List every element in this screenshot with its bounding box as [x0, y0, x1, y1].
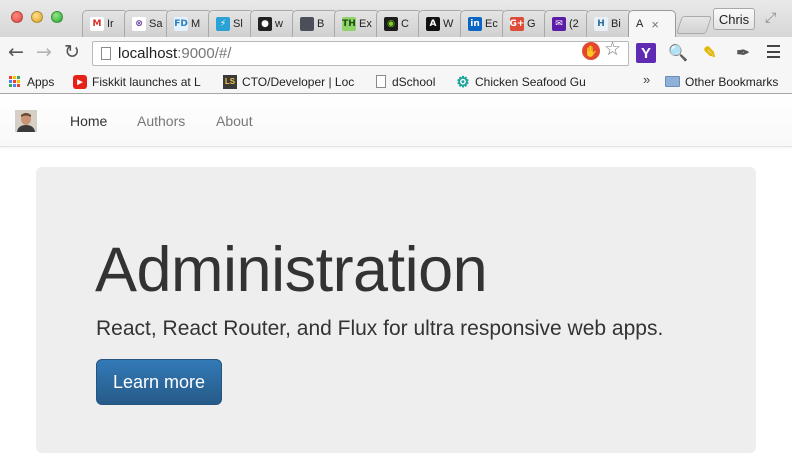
browser-tab[interactable]: M Ir: [82, 10, 128, 37]
blocker-extension-icon[interactable]: ✋: [582, 42, 600, 60]
ls-icon: LS: [223, 74, 237, 89]
other-bookmarks-label: Other Bookmarks: [685, 74, 779, 89]
bookmark-fiskkit[interactable]: ▶ Fiskkit launches at L: [73, 73, 211, 90]
search-extension-icon[interactable]: 🔍: [668, 43, 688, 63]
linkedin-icon: in: [468, 17, 482, 31]
tab-label: G: [527, 18, 536, 30]
back-button[interactable]: ←: [8, 41, 24, 63]
folder-icon: [665, 76, 680, 87]
sl-icon: ⚡: [216, 17, 230, 31]
lead-text: React, React Router, and Flux for ultra …: [96, 317, 664, 340]
close-window-button[interactable]: [11, 11, 23, 23]
bookmark-apps[interactable]: Apps: [9, 73, 54, 90]
tab-label: (2: [569, 18, 579, 30]
browser-tab[interactable]: TH Ex: [334, 10, 380, 37]
new-tab-button[interactable]: [676, 16, 712, 34]
bookmark-label: Chicken Seafood Gu: [475, 74, 586, 89]
forward-button[interactable]: →: [36, 41, 52, 63]
bookmark-chicken-seafood[interactable]: ⚙ Chicken Seafood Gu: [456, 73, 590, 91]
bookmark-label: CTO/Developer | Loc: [242, 74, 355, 89]
site-navbar: Home Authors About: [0, 95, 792, 147]
yahoo-extension-icon[interactable]: Y: [636, 43, 656, 63]
th-icon: TH: [342, 17, 356, 31]
zoom-window-button[interactable]: [51, 11, 63, 23]
browser-tab[interactable]: in Ec: [460, 10, 506, 37]
browser-tab[interactable]: ⊗ Sa: [124, 10, 170, 37]
tab-label: B: [317, 18, 325, 30]
b-icon: [300, 17, 314, 31]
bookmarks-bar: Apps ▶ Fiskkit launches at L LS CTO/Deve…: [0, 69, 792, 94]
browser-tab[interactable]: ● w: [250, 10, 296, 37]
tab-label: Sl: [233, 18, 243, 30]
youtube-icon: ▶: [73, 74, 87, 89]
tab-label: Ec: [485, 18, 498, 30]
h-icon: H: [594, 17, 608, 31]
tab-label: W: [443, 18, 454, 30]
fullscreen-icon[interactable]: ⤢: [765, 9, 776, 26]
browser-tab[interactable]: A ×: [628, 10, 676, 37]
document-icon: [376, 75, 386, 88]
c-icon: ◉: [384, 17, 398, 31]
tab-label: C: [401, 18, 409, 30]
learn-more-button[interactable]: Learn more: [96, 359, 222, 405]
yahoo-mail-icon: ✉: [552, 17, 566, 31]
w-icon: A: [426, 17, 440, 31]
bookmark-dschool[interactable]: dSchool: [376, 73, 435, 90]
browser-titlebar: M Ir ⊗ Sa FD M ⚡ Sl ● w B TH Ex ◉ C A Win Ec G+ G ✉ (2 H Bi A × C…: [0, 0, 792, 37]
github-icon: ●: [258, 17, 272, 31]
url-path: :9000/#/: [177, 45, 232, 62]
browser-tab[interactable]: ✉ (2: [544, 10, 590, 37]
gear-icon: ⚙: [456, 73, 470, 91]
fd-icon: FD: [174, 17, 188, 31]
bookmark-label: Apps: [27, 74, 55, 89]
nav-about-link[interactable]: About: [216, 113, 253, 129]
browser-tab[interactable]: FD M: [166, 10, 212, 37]
address-bar[interactable]: localhost:9000/#/: [92, 41, 629, 66]
page-title: Administration: [95, 235, 488, 305]
sa-icon: ⊗: [132, 17, 146, 31]
browser-tab[interactable]: B: [292, 10, 338, 37]
apps-icon: [9, 75, 21, 88]
bookmark-label: dSchool: [392, 74, 436, 89]
tab-label: Ex: [359, 18, 372, 30]
tab-label: Sa: [149, 18, 163, 30]
nav-home-link[interactable]: Home: [70, 113, 107, 129]
tab-label: w: [275, 18, 283, 30]
bookmark-star-icon[interactable]: ☆: [604, 38, 621, 61]
browser-tab[interactable]: ⚡ Sl: [208, 10, 254, 37]
more-bookmarks-chevron-icon[interactable]: »: [643, 72, 650, 87]
nav-authors-link[interactable]: Authors: [137, 113, 185, 129]
tab-label: Bi: [611, 18, 621, 30]
bookmark-label: Fiskkit launches at L: [92, 74, 201, 89]
url-host: localhost: [118, 45, 178, 62]
browser-tab[interactable]: G+ G: [502, 10, 548, 37]
browser-tab[interactable]: H Bi: [586, 10, 632, 37]
minimize-window-button[interactable]: [31, 11, 43, 23]
browser-tab[interactable]: ◉ C: [376, 10, 422, 37]
dropper-extension-icon[interactable]: ✒: [733, 43, 753, 63]
other-bookmarks-folder[interactable]: Other Bookmarks: [665, 73, 778, 90]
reload-button[interactable]: ↻: [64, 41, 80, 63]
tab-label: Ir: [107, 18, 114, 30]
profile-button[interactable]: Chris: [713, 8, 755, 30]
menu-icon[interactable]: [767, 45, 780, 58]
jumbotron: Administration React, React Router, and …: [36, 167, 756, 453]
avatar[interactable]: [15, 110, 37, 132]
tab-label: A: [636, 18, 644, 30]
google-plus-icon: G+: [509, 17, 525, 31]
highlighter-extension-icon[interactable]: ✎: [700, 43, 720, 63]
page-icon: [101, 47, 111, 60]
close-tab-icon[interactable]: ×: [651, 17, 659, 32]
tab-label: M: [191, 18, 201, 30]
bookmark-cto-developer[interactable]: LS CTO/Developer | Loc: [223, 73, 362, 90]
gmail-icon: M: [90, 17, 104, 31]
browser-toolbar: ← → ↻ localhost:9000/#/ ✋ ☆ Y 🔍 ✎ ✒: [0, 37, 792, 69]
browser-tab[interactable]: AW: [418, 10, 464, 37]
